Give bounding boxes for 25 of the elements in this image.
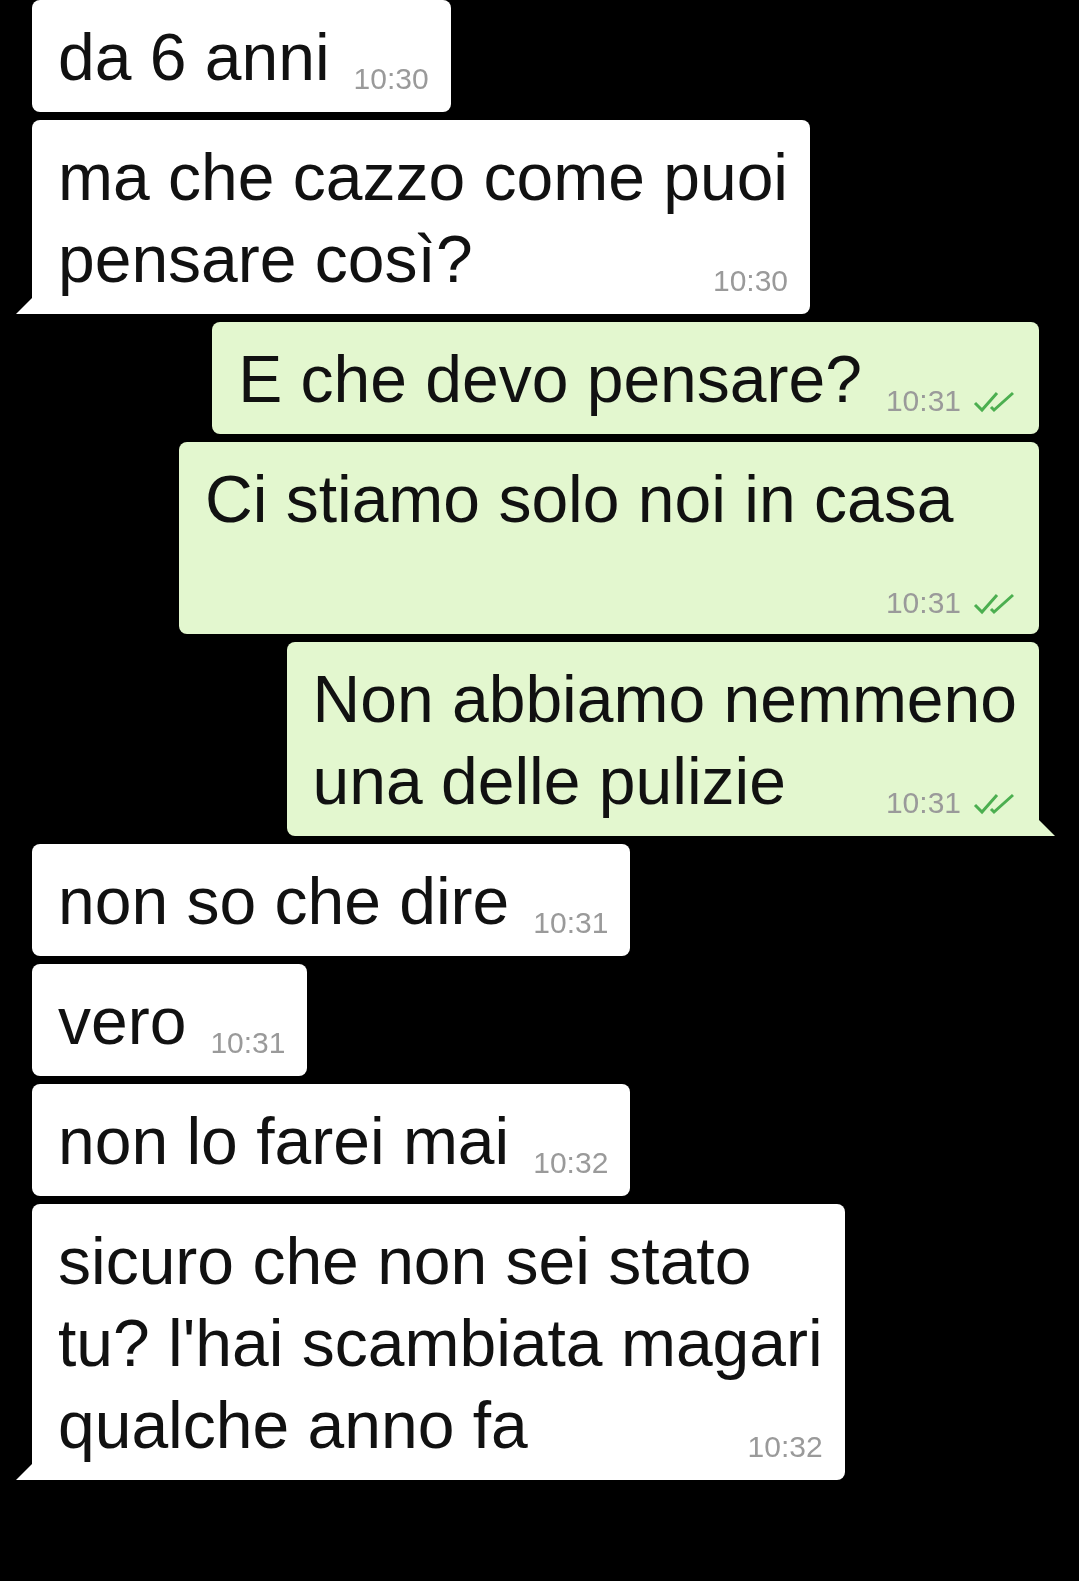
message-time: 10:32 bbox=[747, 1430, 823, 1464]
message-time: 10:31 bbox=[533, 906, 609, 940]
message-line: tu? l'hai scambiata magari bbox=[58, 1306, 823, 1380]
message-time: 10:31 bbox=[885, 586, 961, 620]
message-time: 10:31 bbox=[885, 384, 961, 418]
message-line: pensare così? bbox=[58, 222, 473, 296]
message-time: 10:31 bbox=[210, 1026, 286, 1060]
message-line: E che devo pensare? bbox=[238, 342, 862, 416]
message-line: sicuro che non sei stato bbox=[58, 1224, 752, 1298]
message-time: 10:32 bbox=[533, 1146, 609, 1180]
message-line: Non abbiamo nemmeno bbox=[312, 662, 1017, 736]
message-line: Ci stiamo solo noi in casa bbox=[205, 462, 954, 536]
message-time: 10:31 bbox=[885, 786, 961, 820]
message-line: non lo farei mai bbox=[58, 1104, 510, 1178]
message-time: 10:30 bbox=[712, 264, 789, 298]
double-check-icon bbox=[973, 791, 1017, 815]
double-check-icon bbox=[973, 389, 1017, 413]
message-line: ma che cazzo come puoi bbox=[58, 140, 789, 214]
message-line: qualche anno fa bbox=[58, 1388, 528, 1462]
message-line: una delle pulizie bbox=[312, 744, 786, 818]
message-time: 10:30 bbox=[353, 62, 429, 96]
message-line: vero bbox=[58, 984, 187, 1058]
message-line: non so che dire bbox=[58, 864, 510, 938]
double-check-icon bbox=[973, 591, 1017, 615]
message-line: da 6 anni bbox=[58, 20, 330, 94]
